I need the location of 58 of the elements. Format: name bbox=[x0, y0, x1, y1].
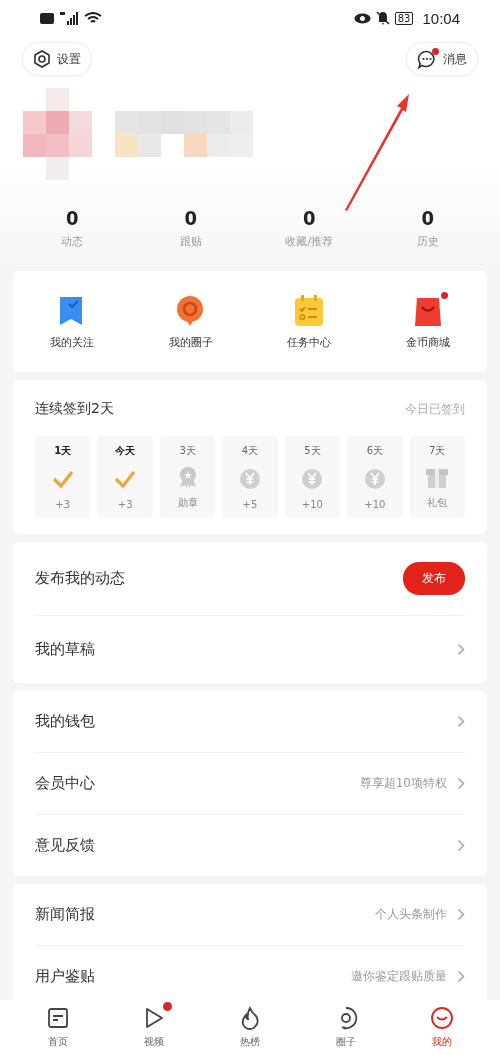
checkin-day: 6天 +10 bbox=[347, 436, 403, 518]
tab-bar-item[interactable]: 视频 bbox=[106, 1000, 202, 1055]
chevron-right-icon bbox=[457, 643, 465, 656]
stat-item[interactable]: 0 跟贴 bbox=[131, 206, 250, 249]
messages-button[interactable]: 消息 bbox=[406, 42, 478, 76]
chevron-right-icon bbox=[457, 908, 465, 921]
checkin-title: 连续签到2天 bbox=[35, 400, 114, 418]
tab-bar-item[interactable]: 首页 bbox=[10, 1000, 106, 1055]
chevron-right-icon bbox=[457, 970, 465, 983]
menu-row[interactable]: 我的钱包 bbox=[35, 691, 465, 752]
tab-bar-item[interactable]: 圈子 bbox=[298, 1000, 394, 1055]
chat-icon bbox=[417, 49, 437, 69]
coin-icon bbox=[238, 466, 262, 491]
shortcut-item[interactable]: 金币商城 bbox=[368, 295, 487, 350]
shortcut-item[interactable]: 任务中心 bbox=[250, 295, 369, 350]
coin-icon bbox=[300, 466, 325, 491]
settings-button[interactable]: 设置 bbox=[22, 42, 92, 76]
checkmark-icon bbox=[114, 468, 137, 489]
chevron-right-icon bbox=[457, 839, 465, 852]
clock-time: 10:04 bbox=[422, 9, 460, 27]
shortcut-item[interactable]: 我的关注 bbox=[13, 295, 132, 350]
menu-row[interactable]: 新闻简报 个人头条制作 bbox=[35, 884, 465, 945]
coin-icon bbox=[362, 466, 387, 491]
row-hint: 邀你鉴定跟贴质量 bbox=[351, 968, 447, 985]
stat-item[interactable]: 0 收藏/推荐 bbox=[250, 206, 369, 249]
shortcut-item[interactable]: 我的圈子 bbox=[131, 295, 250, 350]
chevron-right-icon bbox=[457, 715, 465, 728]
bell-off-icon bbox=[375, 11, 390, 25]
checkmark-icon bbox=[51, 468, 74, 489]
checkin-day: 7天 礼包 bbox=[409, 436, 465, 518]
menu-row[interactable]: 会员中心 尊享超10项特权 bbox=[35, 752, 465, 814]
checkin-status: 今日已签到 bbox=[405, 400, 465, 418]
checkin-day: 今天 +3 bbox=[97, 436, 153, 518]
document-icon bbox=[46, 1006, 70, 1030]
row-hint: 个人头条制作 bbox=[375, 906, 447, 923]
tab-bar-item[interactable]: 热榜 bbox=[202, 1000, 298, 1055]
wifi-icon bbox=[84, 11, 102, 25]
chevron-right-icon bbox=[457, 777, 465, 790]
settings-icon bbox=[33, 50, 51, 68]
chat-bubble-icon bbox=[175, 295, 206, 327]
menu-row[interactable]: 意见反馈 bbox=[35, 814, 465, 876]
eye-icon bbox=[353, 12, 371, 24]
signal-icon bbox=[59, 11, 79, 25]
battery-indicator: 83 bbox=[394, 11, 414, 25]
menu-row[interactable]: 我的草稿 bbox=[35, 615, 465, 683]
checkin-day: 1天 +3 bbox=[35, 436, 91, 518]
tab-bar-item[interactable]: 我的 bbox=[394, 1000, 490, 1055]
stat-item[interactable]: 0 动态 bbox=[13, 206, 132, 249]
publish-button[interactable]: 发布 bbox=[403, 562, 465, 595]
profile-icon bbox=[430, 1006, 454, 1030]
row-hint: 尊享超10项特权 bbox=[359, 775, 447, 792]
checkin-day: 3天 勋章 bbox=[159, 436, 216, 518]
checklist-icon bbox=[294, 295, 325, 327]
checkin-day: 4天 +5 bbox=[222, 436, 278, 518]
stat-item[interactable]: 0 历史 bbox=[368, 206, 487, 249]
shopping-bag-icon bbox=[412, 295, 443, 327]
menu-row[interactable]: 发布我的动态 发布 bbox=[35, 542, 465, 615]
checkin-day: 5天 +10 bbox=[284, 436, 341, 518]
